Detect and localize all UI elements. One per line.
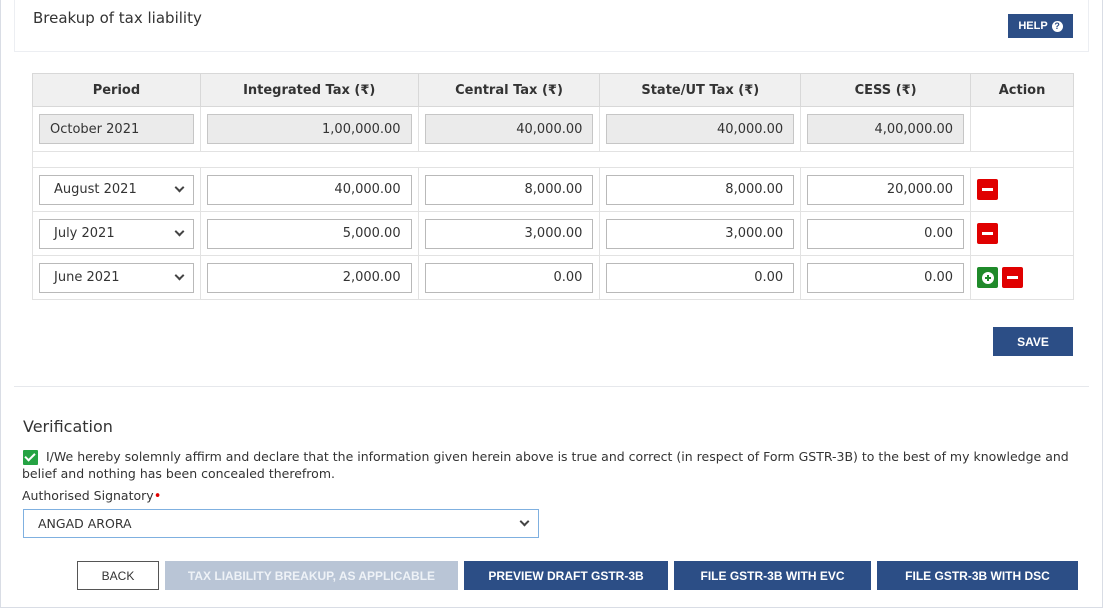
header-period: Period xyxy=(32,73,201,107)
sgst-input[interactable]: 8,000.00 xyxy=(606,174,795,205)
sgst-input[interactable]: 0.00 xyxy=(606,262,795,293)
cgst-field: 40,000.00 xyxy=(424,114,594,144)
table-spacer-row xyxy=(32,151,1074,168)
chevron-down-icon xyxy=(174,226,185,237)
igst-input[interactable]: 5,000.00 xyxy=(206,218,412,249)
period-select[interactable]: August 2021 xyxy=(39,174,194,205)
period-field: October 2021 xyxy=(39,114,194,144)
table-header-row: Period Integrated Tax (₹) Central Tax (₹… xyxy=(32,73,1074,107)
save-button[interactable]: SAVE xyxy=(993,327,1073,356)
minus-icon xyxy=(982,188,994,191)
remove-row-button[interactable] xyxy=(977,223,999,244)
period-select-value: July 2021 xyxy=(54,226,115,241)
header-central-tax: Central Tax (₹) xyxy=(417,73,601,107)
section-title: Breakup of tax liability xyxy=(33,9,202,27)
sgst-field: 40,000.00 xyxy=(606,114,795,144)
igst-input[interactable]: 40,000.00 xyxy=(206,174,412,205)
section-divider xyxy=(14,386,1089,387)
authorised-signatory-select[interactable]: ANGAD ARORA xyxy=(23,509,539,538)
authorised-signatory-label: Authorised Signatory• xyxy=(22,488,161,504)
remove-row-button[interactable] xyxy=(1002,267,1024,288)
help-label: HELP xyxy=(1018,20,1048,32)
preview-draft-button[interactable]: PREVIEW DRAFT GSTR-3B xyxy=(464,561,668,590)
declaration-text: I/We hereby solemnly affirm and declare … xyxy=(22,449,1069,481)
verification-title: Verification xyxy=(23,417,113,436)
table-row: August 2021 40,000.00 8,000.00 8,000.00 … xyxy=(32,167,1074,212)
table-row: June 2021 2,000.00 0.00 0.00 0.00 xyxy=(32,255,1074,300)
declaration-checkbox[interactable] xyxy=(23,450,38,465)
period-select[interactable]: June 2021 xyxy=(39,262,194,293)
period-select[interactable]: July 2021 xyxy=(39,218,194,249)
cess-input[interactable]: 0.00 xyxy=(807,262,965,293)
signatory-label-text: Authorised Signatory xyxy=(22,488,154,503)
header-integrated-tax: Integrated Tax (₹) xyxy=(199,73,419,107)
cess-input[interactable]: 0.00 xyxy=(807,218,965,249)
add-row-button[interactable] xyxy=(977,267,999,288)
minus-icon xyxy=(982,232,994,235)
chevron-down-icon xyxy=(174,270,185,281)
signatory-select-value: ANGAD ARORA xyxy=(38,516,132,531)
cgst-input[interactable]: 8,000.00 xyxy=(424,174,594,205)
minus-icon xyxy=(1007,276,1019,279)
cess-field: 4,00,000.00 xyxy=(807,114,965,144)
igst-field: 1,00,000.00 xyxy=(206,114,412,144)
table-row: July 2021 5,000.00 3,000.00 3,000.00 0.0… xyxy=(32,211,1074,256)
tax-liability-breakup-button[interactable]: TAX LIABILITY BREAKUP, AS APPLICABLE xyxy=(165,561,458,590)
header-state-ut-tax: State/UT Tax (₹) xyxy=(599,73,802,107)
plus-circle-icon xyxy=(981,271,994,284)
period-select-value: August 2021 xyxy=(54,182,137,197)
period-select-value: June 2021 xyxy=(54,270,120,285)
file-with-evc-button[interactable]: FILE GSTR-3B WITH EVC xyxy=(674,561,871,590)
tax-liability-table: Period Integrated Tax (₹) Central Tax (₹… xyxy=(32,73,1074,300)
chevron-down-icon xyxy=(519,516,530,527)
cgst-input[interactable]: 0.00 xyxy=(424,262,594,293)
header-cess: CESS (₹) xyxy=(800,73,972,107)
igst-input[interactable]: 2,000.00 xyxy=(206,262,412,293)
table-row-current: October 2021 1,00,000.00 40,000.00 40,00… xyxy=(32,106,1074,152)
sgst-input[interactable]: 3,000.00 xyxy=(606,218,795,249)
back-button[interactable]: BACK xyxy=(77,561,159,590)
header-action: Action xyxy=(970,73,1074,107)
help-button[interactable]: HELP ? xyxy=(1008,14,1073,38)
chevron-down-icon xyxy=(174,182,185,193)
cess-input[interactable]: 20,000.00 xyxy=(807,174,965,205)
cgst-input[interactable]: 3,000.00 xyxy=(424,218,594,249)
file-with-dsc-button[interactable]: FILE GSTR-3B WITH DSC xyxy=(877,561,1078,590)
remove-row-button[interactable] xyxy=(977,179,999,200)
question-circle-icon: ? xyxy=(1051,20,1063,32)
required-mark: • xyxy=(153,489,162,504)
